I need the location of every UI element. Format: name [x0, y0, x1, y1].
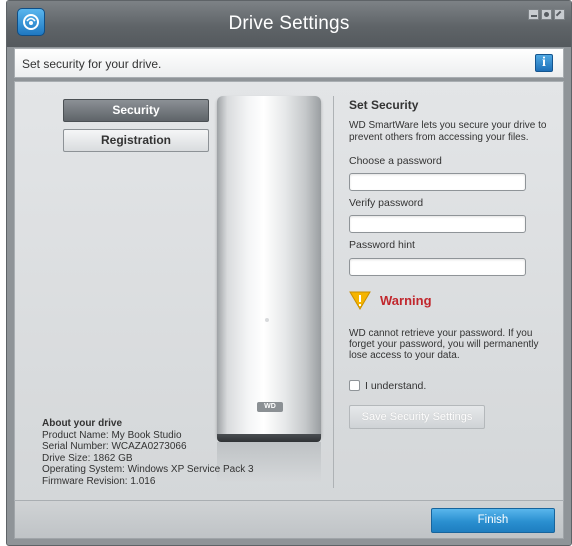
close-button[interactable] [554, 9, 565, 20]
warning-description: WD cannot retrieve your password. If you… [349, 328, 539, 361]
header-bar: Set security for your drive. i [14, 48, 564, 78]
verify-password-field[interactable] [349, 215, 526, 233]
window-title: Drive Settings [228, 13, 350, 34]
firmware-revision: Firmware Revision: 1.016 [42, 475, 156, 487]
about-title: About your drive [42, 418, 123, 429]
understand-checkbox[interactable] [349, 380, 360, 391]
drive-settings-window: Drive Settings Set security for your dri… [6, 0, 572, 546]
help-button[interactable] [541, 9, 552, 20]
section-title: Set Security [349, 98, 419, 112]
password-hint-label: Password hint [349, 239, 415, 251]
product-name: Product Name: My Book Studio [42, 429, 182, 441]
drive-image [217, 96, 321, 436]
drive-light-icon [265, 318, 269, 322]
operating-system: Operating System: Windows XP Service Pac… [42, 464, 254, 475]
security-description: WD SmartWare lets you secure your drive … [349, 120, 547, 143]
warning-title: Warning [380, 293, 432, 308]
about-drive: About your drive Product Name: My Book S… [42, 418, 254, 487]
window-controls [528, 9, 565, 20]
finish-button[interactable]: Finish [431, 508, 555, 533]
tab-registration[interactable]: Registration [63, 129, 209, 152]
page-heading: Set security for your drive. [22, 57, 162, 71]
info-icon[interactable]: i [535, 54, 553, 72]
minimize-icon [530, 15, 537, 17]
tab-security[interactable]: Security [63, 99, 209, 122]
main-panel: Security Registration WD About your driv… [14, 81, 564, 501]
drive-logo: WD [257, 402, 283, 412]
footer-bar: Finish [14, 501, 564, 539]
drive-size: Drive Size: 1862 GB [42, 452, 133, 464]
close-icon [555, 10, 564, 19]
warning-icon [349, 291, 371, 310]
understand-label[interactable]: I understand. [365, 380, 426, 392]
serial-number: Serial Number: WCAZA0273066 [42, 441, 187, 452]
divider [333, 96, 334, 488]
verify-password-label: Verify password [349, 197, 424, 209]
save-security-settings-button[interactable]: Save Security Settings [349, 405, 485, 429]
password-hint-field[interactable] [349, 258, 526, 276]
minimize-button[interactable] [528, 9, 539, 20]
password-field[interactable] [349, 173, 526, 191]
password-label: Choose a password [349, 155, 442, 167]
title-bar: Drive Settings [7, 1, 571, 47]
help-icon [544, 12, 549, 17]
